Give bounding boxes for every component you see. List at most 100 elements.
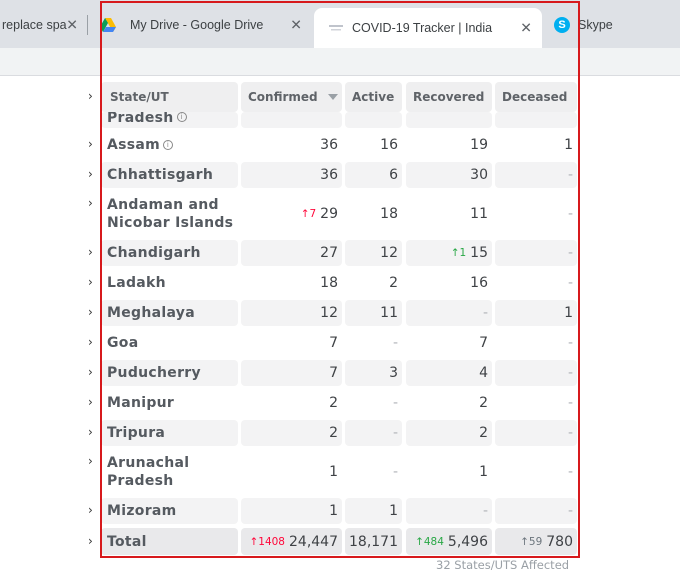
confirmed-cell: ↑7 29 — [241, 192, 342, 236]
chevron-right-icon[interactable]: › — [88, 196, 93, 210]
deceased-cell: - — [495, 498, 577, 524]
chevron-right-icon[interactable]: › — [88, 245, 93, 259]
chevron-right-icon[interactable]: › — [88, 167, 93, 181]
table-row[interactable]: › Goa 7 - 7 - — [88, 330, 580, 356]
states-affected-note: 32 States/UTS Affected — [436, 558, 570, 572]
total-recovered: ↑484 5,496 — [406, 528, 492, 555]
chevron-right-icon[interactable]: › — [88, 89, 93, 103]
confirmed-cell: 1 — [241, 498, 342, 524]
active-cell: - — [345, 420, 402, 446]
header-state-label: State/UT — [110, 90, 169, 104]
state-name-text: Tripura — [107, 425, 166, 441]
deceased-value: - — [567, 464, 573, 480]
table-row[interactable]: › Arunachal Pradesh 1 - 1 - — [88, 450, 580, 494]
chevron-right-icon[interactable]: › — [88, 365, 93, 379]
google-drive-icon — [100, 18, 116, 32]
active-cell: 1 — [345, 498, 402, 524]
chevron-right-icon[interactable]: › — [88, 275, 93, 289]
tab-covid-tracker[interactable]: COVID-19 Tracker | India ✕ — [314, 8, 542, 48]
total-deceased: ↑59 780 — [495, 528, 577, 555]
table-row[interactable]: › Chandigarh 27 12 ↑1 15 - — [88, 240, 580, 266]
table-row[interactable]: › Manipur 2 - 2 - — [88, 390, 580, 416]
deceased-cell: - — [495, 390, 577, 416]
chevron-right-icon[interactable]: › — [88, 503, 93, 517]
header-active[interactable]: Active — [345, 82, 402, 112]
state-name: Tripura — [101, 420, 238, 446]
table-row[interactable]: › Tripura 2 - 2 - — [88, 420, 580, 446]
header-deceased[interactable]: Deceased — [495, 82, 577, 112]
deceased-cell: - — [495, 192, 577, 236]
state-name: Meghalaya — [101, 300, 238, 326]
header-recovered[interactable]: Recovered — [406, 82, 492, 112]
chevron-right-icon[interactable]: › — [88, 534, 93, 548]
state-name-text: Chhattisgarh — [107, 167, 214, 183]
total-deceased-delta: ↑59 — [520, 535, 543, 548]
recovered-cell: 7 — [406, 330, 492, 356]
total-confirmed-delta: ↑1408 — [249, 535, 285, 548]
recovered-cell: - — [406, 300, 492, 326]
deceased-value: - — [567, 395, 573, 411]
tab-replace-spaces[interactable]: replace spa ✕ — [0, 8, 86, 42]
deceased-cell: 1 — [495, 132, 577, 158]
state-name: Chhattisgarh — [101, 162, 238, 188]
total-label: Total — [101, 528, 238, 555]
table-row[interactable]: › Meghalaya 12 11 - 1 — [88, 300, 580, 326]
total-confirmed: ↑1408 24,447 — [241, 528, 342, 555]
active-cell: 6 — [345, 162, 402, 188]
table-row[interactable]: › Ladakh 18 2 16 - — [88, 270, 580, 296]
info-icon[interactable]: i — [176, 112, 187, 122]
recovered-cell: 11 — [406, 192, 492, 236]
close-tab-icon[interactable]: ✕ — [66, 17, 78, 34]
close-tab-icon[interactable]: ✕ — [520, 20, 532, 37]
confirmed-cell: 36 — [241, 162, 342, 188]
table-row[interactable]: › Assam i 36 16 19 1 — [88, 132, 580, 158]
total-confirmed-value: 24,447 — [289, 533, 338, 550]
active-value: 3 — [389, 365, 398, 381]
recovered-value: 11 — [470, 206, 488, 222]
tab-title: My Drive - Google Drive — [130, 18, 264, 32]
deceased-cell: - — [495, 162, 577, 188]
chevron-right-icon[interactable]: › — [88, 395, 93, 409]
active-value: - — [392, 395, 398, 411]
tab-skype[interactable]: S Skype — [544, 8, 680, 42]
recovered-cell: 30 — [406, 162, 492, 188]
table-row[interactable]: › Mizoram 1 1 - - — [88, 498, 580, 524]
state-name: Puducherry — [101, 360, 238, 386]
deceased-value: - — [567, 206, 573, 222]
chevron-right-icon[interactable]: › — [88, 335, 93, 349]
skype-icon: S — [554, 17, 570, 33]
recovered-value: 1 — [479, 464, 488, 480]
header-confirmed[interactable]: Confirmed — [241, 82, 342, 112]
active-cell: - — [345, 330, 402, 356]
chevron-right-icon[interactable]: › — [88, 137, 93, 151]
state-name-text: Assam — [107, 137, 161, 153]
tab-title: Skype — [578, 18, 613, 32]
active-value: 6 — [389, 167, 398, 183]
table-row[interactable]: › Andaman and Nicobar Islands ↑7 29 18 11- — [88, 192, 580, 236]
chevron-right-icon[interactable]: › — [88, 425, 93, 439]
close-tab-icon[interactable]: ✕ — [290, 17, 302, 34]
active-cell: 3 — [345, 360, 402, 386]
header-state[interactable]: State/UT — [101, 82, 238, 112]
state-name-text: Mizoram — [107, 503, 177, 519]
browser-toolbar — [0, 48, 680, 76]
recovered-value: 2 — [479, 395, 488, 411]
state-name-text: Puducherry — [107, 365, 201, 381]
info-icon[interactable]: i — [163, 140, 174, 150]
sort-down-icon[interactable] — [327, 94, 338, 100]
state-name: Andaman and Nicobar Islands — [101, 192, 238, 236]
table-row[interactable]: › Chhattisgarh 36 6 30 - — [88, 162, 580, 188]
tab-google-drive[interactable]: My Drive - Google Drive ✕ — [90, 8, 312, 42]
header-active-label: Active — [352, 90, 395, 104]
chevron-right-icon[interactable]: › — [88, 454, 93, 468]
table-row[interactable]: › Puducherry 7 3 4 - — [88, 360, 580, 386]
recovered-value: 15 — [470, 245, 488, 261]
deceased-cell: - — [495, 420, 577, 446]
table-row-partial[interactable]: Pradesh i — [88, 112, 580, 128]
confirmed-value: 27 — [320, 245, 338, 261]
state-name-text: Goa — [107, 335, 139, 351]
chevron-right-icon[interactable]: › — [88, 305, 93, 319]
recovered-cell: ↑1 15 — [406, 240, 492, 266]
tab-separator — [87, 15, 88, 35]
recovered-cell — [406, 112, 492, 128]
